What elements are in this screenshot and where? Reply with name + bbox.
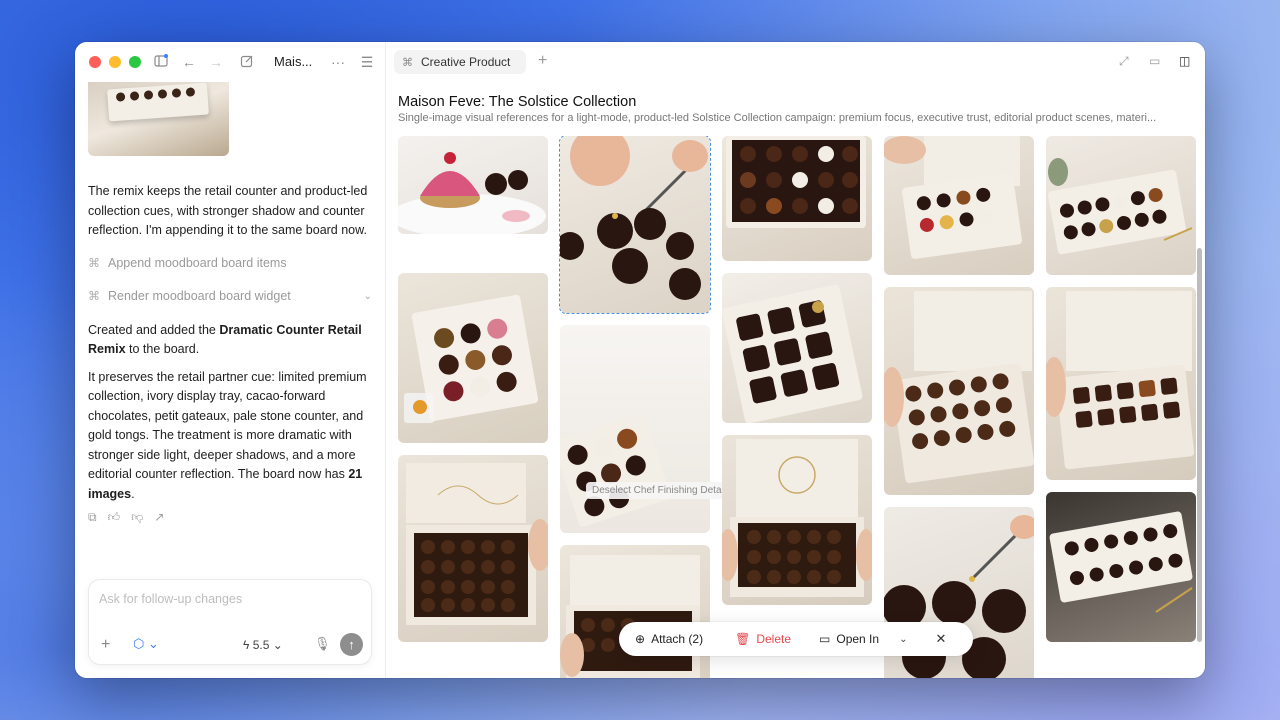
close-window-button[interactable] xyxy=(89,56,101,68)
grid-icon: ⌘ xyxy=(88,256,100,271)
tab-bar: ⌘ Creative Product + ⤢ ▭ ◫ xyxy=(386,42,1205,82)
microphone-icon[interactable]: 🎙︎ xyxy=(314,636,331,652)
panel-bottom-icon[interactable]: ▭ xyxy=(1149,54,1160,68)
sidebar-toggle-icon[interactable] xyxy=(153,54,169,70)
assistant-message: It preserves the retail partner cue: lim… xyxy=(88,369,367,501)
moodboard-image[interactable] xyxy=(560,325,710,533)
folder-icon: ▭ xyxy=(819,632,831,646)
chat-pane: ← → Mais... ··· ☰ The remix keeps the re… xyxy=(75,42,386,678)
chat-thread: The remix keeps the retail counter and p… xyxy=(88,182,372,528)
delete-label: Delete xyxy=(756,632,792,646)
back-arrow-icon[interactable]: ← xyxy=(181,54,197,70)
moodboard-image[interactable] xyxy=(1046,492,1196,642)
app-window: ← → Mais... ··· ☰ The remix keeps the re… xyxy=(75,42,1205,678)
open-in-button[interactable]: ▭ Open In xyxy=(819,632,879,646)
grid-icon: ⌘ xyxy=(402,56,413,69)
board-subtitle: Single-image visual references for a lig… xyxy=(398,112,1157,124)
moodboard-grid: Deselect Chef Finishing Detail xyxy=(398,136,1196,678)
assistant-message: Created and added the Dramatic Counter R… xyxy=(88,322,362,357)
panel-right-icon[interactable]: ◫ xyxy=(1179,54,1190,68)
tab-label: Creative Product xyxy=(421,55,511,69)
plus-icon[interactable]: + xyxy=(101,636,110,654)
titlebar: ← → Mais... ··· ☰ xyxy=(75,42,386,82)
forward-arrow-icon[interactable]: → xyxy=(208,54,224,70)
assistant-message: The remix keeps the retail counter and p… xyxy=(88,184,368,237)
tool-call-render[interactable]: ⌘ Render moodboard board widget ⌄ xyxy=(88,288,372,307)
vertical-scrollbar[interactable] xyxy=(1197,248,1202,642)
follow-up-input[interactable] xyxy=(99,592,359,606)
tab-creative-product[interactable]: ⌘ Creative Product xyxy=(394,50,526,74)
moodboard-image[interactable] xyxy=(722,435,872,605)
close-icon[interactable]: ✕ xyxy=(935,631,946,647)
board-title: Maison Feve: The Solstice Collection xyxy=(398,94,637,110)
composer: + ⬡ ⌄ ϟ 5.5 ⌄ 🎙︎ ↑ xyxy=(88,579,372,665)
moodboard-image[interactable] xyxy=(398,136,548,234)
moodboard-image-selected[interactable] xyxy=(559,136,711,314)
moodboard-image[interactable] xyxy=(722,136,872,261)
moodboard-image[interactable] xyxy=(884,136,1034,275)
moodboard-image[interactable] xyxy=(884,287,1034,495)
thumbs-down-icon[interactable]: 👎︎ xyxy=(131,508,143,528)
message-actions: ⧉ 👍︎ 👎︎ ↗ xyxy=(88,508,372,528)
chevron-down-icon[interactable]: ⌄ xyxy=(899,634,907,645)
grid-icon: ⌘ xyxy=(88,289,100,304)
expand-icon[interactable]: ⤢ xyxy=(1119,54,1129,69)
thumbs-up-icon[interactable]: 👍︎ xyxy=(108,508,121,528)
attach-button[interactable]: ⊕ Attach (2) xyxy=(635,632,703,646)
open-in-label: Open In xyxy=(836,632,880,646)
window-title: Mais... xyxy=(274,54,313,69)
plus-circle-icon: ⊕ xyxy=(635,632,646,646)
share-icon[interactable]: ↗ xyxy=(154,508,164,528)
selection-tooltip: Deselect Chef Finishing Detail xyxy=(586,482,732,499)
moodboard-image[interactable] xyxy=(1046,287,1196,480)
moodboard-image[interactable] xyxy=(398,273,548,443)
send-button[interactable]: ↑ xyxy=(340,633,363,656)
moodboard-image[interactable] xyxy=(1046,136,1196,275)
delete-button[interactable]: 🗑︎ Delete xyxy=(735,632,791,646)
new-chat-icon[interactable] xyxy=(239,54,255,70)
model-selector[interactable]: ϟ 5.5 ⌄ xyxy=(243,638,283,652)
traffic-lights xyxy=(89,56,141,68)
trash-icon: 🗑︎ xyxy=(735,632,751,646)
previous-image-thumbnail[interactable] xyxy=(88,82,229,156)
chevron-down-icon[interactable]: ⌄ xyxy=(364,287,372,307)
shield-icon[interactable]: ⬡ ⌄ xyxy=(133,636,159,652)
more-icon[interactable]: ··· xyxy=(330,54,346,70)
minimize-window-button[interactable] xyxy=(109,56,121,68)
zoom-window-button[interactable] xyxy=(129,56,141,68)
new-tab-button[interactable]: + xyxy=(538,52,547,70)
board-pane: ⌘ Creative Product + ⤢ ▭ ◫ Maison Feve: … xyxy=(386,42,1205,678)
list-icon[interactable]: ☰ xyxy=(359,54,375,70)
tool-call-append[interactable]: ⌘ Append moodboard board items xyxy=(88,255,372,274)
selection-action-bar: ⊕ Attach (2) 🗑︎ Delete ▭ Open In ⌄ ✕ xyxy=(619,622,973,656)
moodboard-image[interactable] xyxy=(722,273,872,423)
copy-icon[interactable]: ⧉ xyxy=(88,508,97,528)
attach-label: Attach (2) xyxy=(651,632,704,646)
moodboard-image[interactable] xyxy=(560,545,710,678)
moodboard-image[interactable] xyxy=(398,455,548,642)
tool-call-label: Append moodboard board items xyxy=(108,256,287,271)
tool-call-label: Render moodboard board widget xyxy=(108,289,291,304)
